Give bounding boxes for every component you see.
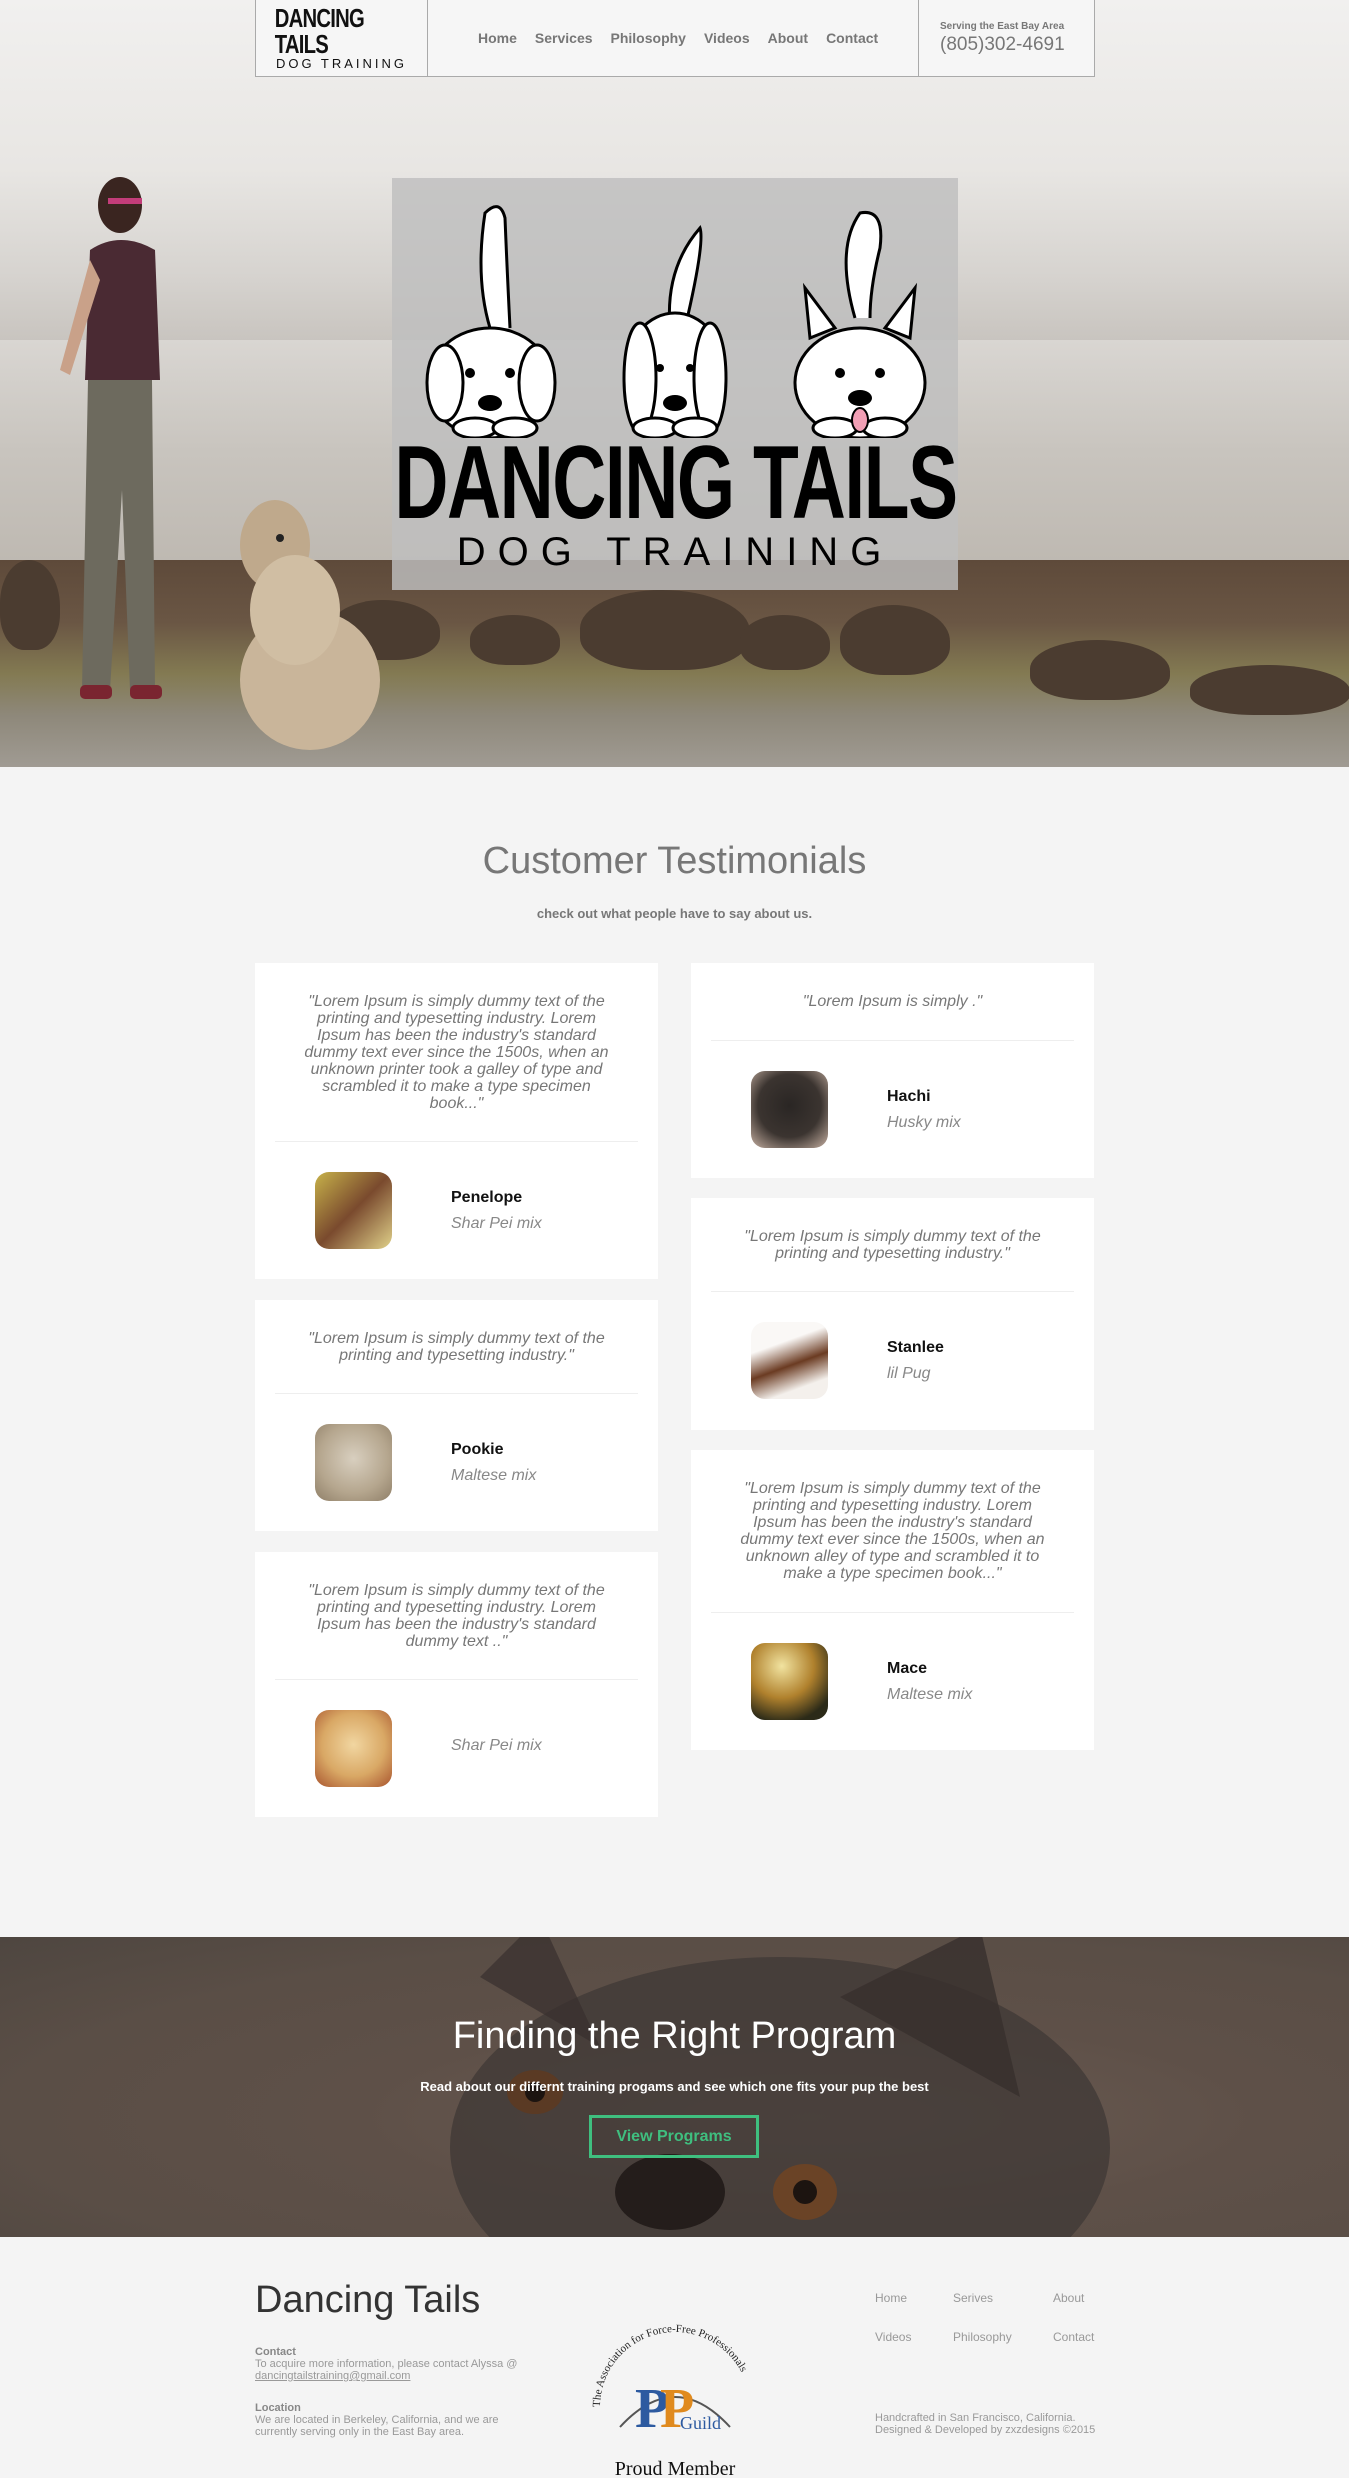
dog-breed: Shar Pei mix <box>451 1737 542 1754</box>
location-text: We are located in Berkeley, California, … <box>255 2414 499 2438</box>
site-footer: Dancing Tails Contact To acquire more in… <box>0 2237 1349 2478</box>
dog-avatar <box>751 1071 828 1148</box>
program-subtitle: Read about our differnt training progams… <box>420 2079 929 2094</box>
testimonials-title: Customer Testimonials <box>482 840 867 882</box>
cartoon-dogs-icon <box>425 205 927 438</box>
testimonial-quote: "Lorem Ipsum is simply dummy text of the… <box>304 993 609 1112</box>
card-divider <box>711 1612 1074 1613</box>
footer-credit-2: Designed & Developed by zxzdesigns ©2015 <box>875 2424 1096 2436</box>
rock <box>470 615 560 665</box>
badge-member-text: Proud Member <box>615 2458 736 2477</box>
dog-avatar <box>315 1710 392 1787</box>
hero-title: DANCING TAILS <box>393 425 958 541</box>
dog-avatar <box>315 1424 392 1501</box>
dog-breed: Husky mix <box>887 1114 961 1131</box>
rock <box>1190 665 1349 715</box>
header-contact: Serving the East Bay Area (805)302-4691 <box>918 0 1094 76</box>
trainer-photo <box>60 177 162 699</box>
logo-title: DANCING TAILS <box>274 3 365 59</box>
card-divider <box>275 1141 638 1142</box>
dog-name: Hachi <box>887 1088 931 1105</box>
dog-avatar <box>751 1643 828 1720</box>
footer-credit-1: Handcrafted in San Francisco, California… <box>875 2412 1076 2424</box>
testimonial-card: "Lorem Ipsum is simply dummy text of the… <box>691 1198 1094 1430</box>
dog-avatar <box>315 1172 392 1249</box>
dog-name: Stanlee <box>887 1339 944 1356</box>
footer-nav-home[interactable]: Home <box>875 2291 907 2305</box>
hero-shore <box>0 560 1349 767</box>
rock <box>0 560 60 650</box>
rock <box>740 615 830 670</box>
badge-guild-text: Guild <box>680 2413 721 2433</box>
testimonial-quote: "Lorem Ipsum is simply dummy text of the… <box>744 1228 1041 1262</box>
card-divider <box>275 1679 638 1680</box>
footer-nav-contact[interactable]: Contact <box>1053 2330 1094 2344</box>
testimonial-quote: "Lorem Ipsum is simply dummy text of the… <box>308 1330 605 1364</box>
testimonial-quote: "Lorem Ipsum is simply dummy text of the… <box>740 1480 1045 1582</box>
rock <box>580 590 750 670</box>
program-title: Finding the Right Program <box>452 2015 897 2057</box>
dog-name: Mace <box>887 1660 928 1677</box>
footer-nav-philosophy[interactable]: Philosophy <box>953 2330 1012 2344</box>
testimonial-card: "Lorem Ipsum is simply dummy text of the… <box>691 1450 1094 1750</box>
serving-area: Serving the East Bay Area <box>940 20 1065 32</box>
nav-home[interactable]: Home <box>478 30 517 46</box>
testimonial-quote: "Lorem Ipsum is simply dummy text of the… <box>308 1582 605 1650</box>
location-label: Location <box>255 2402 301 2414</box>
contact-text: To acquire more information, please cont… <box>255 2358 518 2382</box>
testimonial-card: "Lorem Ipsum is simply dummy text of the… <box>255 1300 658 1531</box>
phone-number[interactable]: (805)302-4691 <box>940 34 1094 56</box>
footer-nav-about[interactable]: About <box>1053 2291 1084 2305</box>
footer-nav-services[interactable]: Serives <box>953 2291 993 2305</box>
site-header: DANCING TAILS DOG TRAINING Home Services… <box>255 0 1095 77</box>
main-nav: Home Services Philosophy Videos About Co… <box>428 0 918 76</box>
rock <box>840 605 950 675</box>
logo-subtitle: DOG TRAINING <box>275 56 408 71</box>
dog-breed: lil Pug <box>887 1365 931 1382</box>
dog-breed: Maltese mix <box>451 1467 537 1484</box>
dog-name: Penelope <box>451 1189 523 1206</box>
nav-contact[interactable]: Contact <box>826 30 878 46</box>
footer-brand: Dancing Tails <box>255 2279 481 2321</box>
nav-services[interactable]: Services <box>535 30 593 46</box>
nav-philosophy[interactable]: Philosophy <box>611 30 686 46</box>
dog-breed: Maltese mix <box>887 1686 973 1703</box>
contact-label: Contact <box>255 2346 296 2358</box>
dog-breed: Shar Pei mix <box>451 1215 542 1232</box>
view-programs-button[interactable]: View Programs <box>589 2115 759 2158</box>
rock <box>330 600 440 660</box>
rock <box>1030 640 1170 700</box>
testimonials-subtitle: check out what people have to say about … <box>536 906 813 921</box>
dog-avatar <box>751 1322 828 1399</box>
card-divider <box>711 1040 1074 1041</box>
hero-logo: DANCING TAILS DOG TRAINING <box>392 178 958 590</box>
testimonial-card: "Lorem Ipsum is simply dummy text of the… <box>255 1552 658 1817</box>
testimonial-card: "Lorem Ipsum is simply dummy text of the… <box>255 963 658 1279</box>
card-divider <box>275 1393 638 1394</box>
program-banner: Finding the Right Program Read about our… <box>0 1937 1349 2237</box>
nav-videos[interactable]: Videos <box>704 30 750 46</box>
contact-email-link[interactable]: dancingtailstraining@gmail.com <box>255 2370 410 2382</box>
card-divider <box>711 1291 1074 1292</box>
dog-name: Pookie <box>451 1441 504 1458</box>
header-logo[interactable]: DANCING TAILS DOG TRAINING <box>256 0 428 76</box>
testimonial-card: "Lorem Ipsum is simply ." Hachi Husky mi… <box>691 963 1094 1178</box>
testimonial-quote: "Lorem Ipsum is simply ." <box>802 993 983 1010</box>
hero-dog-photo <box>240 500 380 750</box>
pet-professional-guild-badge-icon: The Association for Force-Free Professio… <box>591 2323 750 2477</box>
nav-about[interactable]: About <box>768 30 808 46</box>
footer-nav-videos[interactable]: Videos <box>875 2330 911 2344</box>
